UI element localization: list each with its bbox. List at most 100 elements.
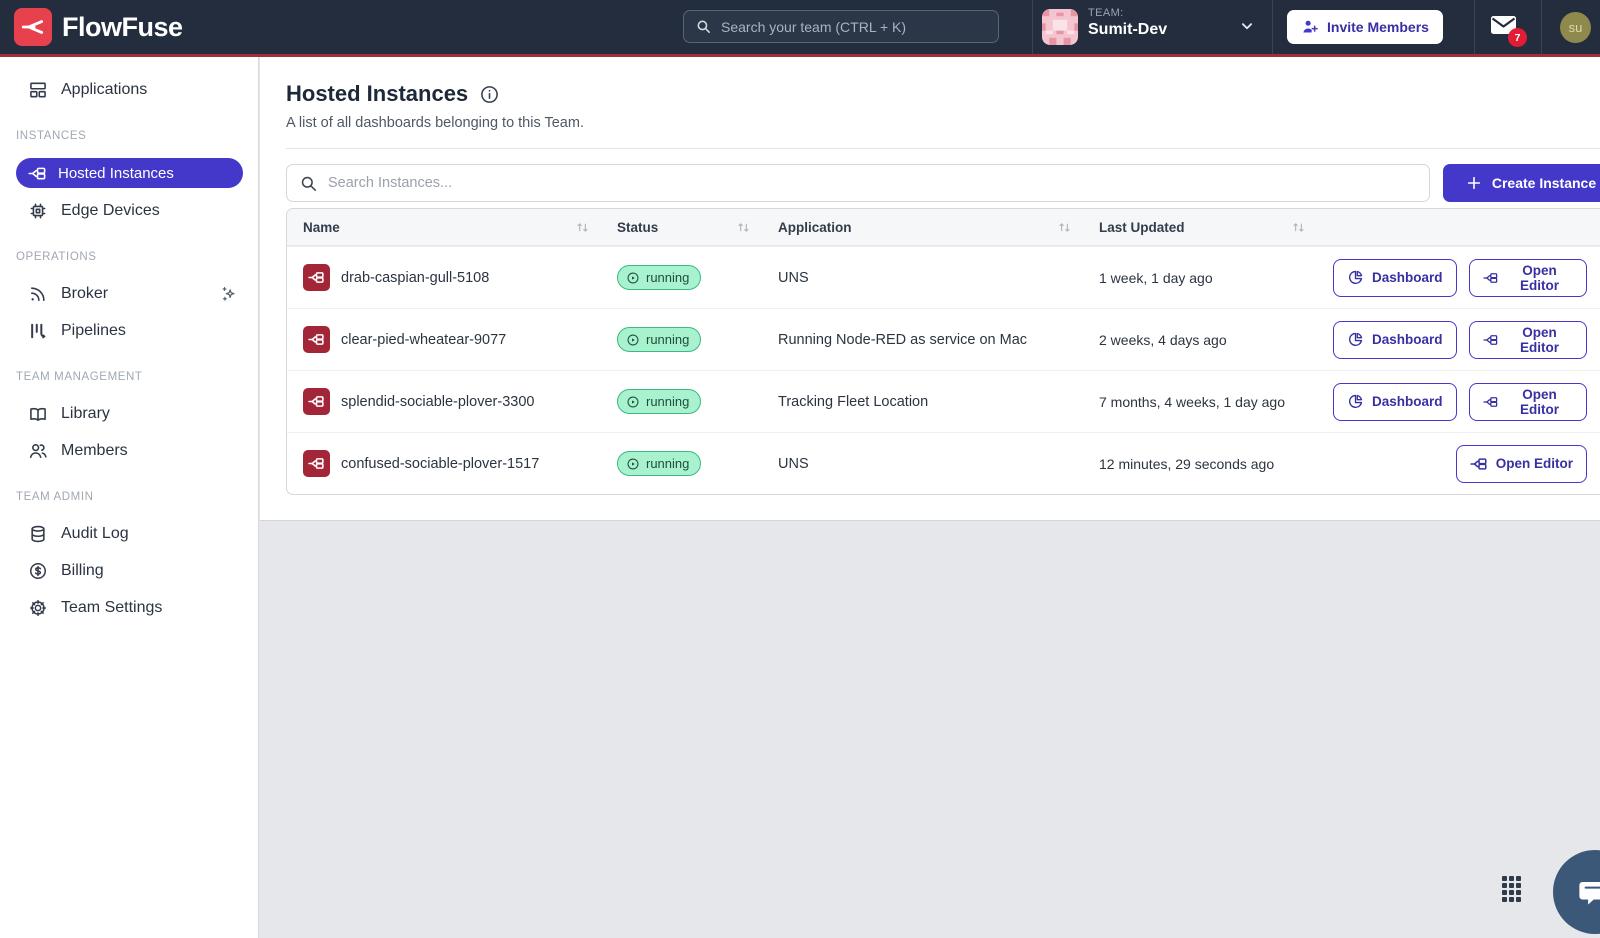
- applications-icon: [28, 80, 48, 100]
- notifications-button[interactable]: 7: [1490, 14, 1530, 48]
- chat-bubble-icon: [1575, 872, 1600, 912]
- create-instance-button[interactable]: Create Instance: [1443, 164, 1600, 202]
- sidebar-item-edge-devices[interactable]: Edge Devices: [0, 192, 258, 229]
- play-circle-icon: [626, 395, 640, 409]
- brand-name: FlowFuse: [62, 12, 183, 43]
- page-subtitle: A list of all dashboards belonging to th…: [286, 115, 1600, 131]
- application-name: UNS: [762, 456, 1083, 472]
- instance-name: splendid-sociable-plover-3300: [341, 394, 534, 410]
- sort-icon[interactable]: [576, 221, 589, 234]
- node-red-instance-icon: [303, 388, 330, 415]
- brand[interactable]: FlowFuse: [14, 8, 183, 46]
- last-updated: 12 minutes, 29 seconds ago: [1083, 456, 1317, 472]
- status-badge: running: [617, 451, 701, 476]
- node-red-instance-icon: [303, 450, 330, 477]
- flowfuse-logo-icon: [14, 8, 52, 46]
- instance-name: drab-caspian-gull-5108: [341, 270, 489, 286]
- info-icon[interactable]: [479, 84, 500, 105]
- chat-drag-handle[interactable]: [1502, 876, 1521, 902]
- open-editor-button[interactable]: Open Editor: [1456, 445, 1587, 483]
- open-editor-button[interactable]: Open Editor: [1469, 383, 1587, 421]
- team-label: TEAM:: [1088, 7, 1167, 19]
- sidebar-item-applications[interactable]: Applications: [0, 71, 258, 108]
- invite-members-button[interactable]: Invite Members: [1287, 10, 1443, 44]
- search-instances-input[interactable]: [328, 175, 1417, 191]
- nav-divider: [1474, 0, 1475, 54]
- table-row[interactable]: clear-pied-wheatear-9077 running Running…: [287, 308, 1600, 370]
- user-plus-icon: [1301, 18, 1319, 36]
- play-circle-icon: [626, 333, 640, 347]
- sort-icon[interactable]: [1058, 221, 1071, 234]
- sidebar-item-members[interactable]: Members: [0, 432, 258, 469]
- column-header-status[interactable]: Status: [601, 220, 762, 235]
- application-name: Tracking Fleet Location: [762, 394, 1083, 410]
- play-circle-icon: [626, 457, 640, 471]
- sidebar-item-team-settings[interactable]: Team Settings: [0, 589, 258, 626]
- application-name: UNS: [762, 270, 1083, 286]
- chat-widget-button[interactable]: [1553, 850, 1600, 934]
- search-instances[interactable]: [286, 164, 1430, 202]
- status-badge: running: [617, 327, 701, 352]
- main-content: Hosted Instances A list of all dashboard…: [260, 57, 1600, 521]
- currency-dollar-icon: [28, 561, 48, 581]
- application-name: Running Node-RED as service on Mac: [762, 332, 1083, 348]
- column-header-application[interactable]: Application: [762, 220, 1083, 235]
- status-badge: running: [617, 389, 701, 414]
- instance-name: clear-pied-wheatear-9077: [341, 332, 506, 348]
- instances-table: Name Status Application: [286, 208, 1600, 495]
- broker-icon: [28, 284, 48, 304]
- table-row[interactable]: drab-caspian-gull-5108 running UNS 1 wee…: [287, 246, 1600, 308]
- open-editor-button[interactable]: Open Editor: [1469, 259, 1587, 297]
- book-open-icon: [28, 404, 48, 424]
- sidebar-item-hosted-instances[interactable]: Hosted Instances: [16, 158, 243, 188]
- team-search-input[interactable]: [721, 19, 987, 35]
- column-header-name[interactable]: Name: [287, 220, 601, 235]
- team-avatar: [1042, 9, 1078, 45]
- dashboard-button[interactable]: Dashboard: [1333, 259, 1457, 297]
- page-title: Hosted Instances: [286, 81, 468, 107]
- node-editor-icon: [1470, 455, 1488, 473]
- last-updated: 2 weeks, 4 days ago: [1083, 332, 1317, 348]
- node-red-instance-icon: [303, 264, 330, 291]
- open-editor-button[interactable]: Open Editor: [1469, 321, 1587, 359]
- search-icon: [299, 174, 318, 193]
- column-header-last-updated[interactable]: Last Updated: [1083, 220, 1317, 235]
- sidebar-section-instances: INSTANCES: [0, 130, 258, 142]
- team-name: Sumit-Dev: [1088, 21, 1167, 39]
- team-search[interactable]: [683, 10, 999, 43]
- team-selector[interactable]: TEAM: Sumit-Dev: [1042, 0, 1257, 54]
- node-editor-icon: [1483, 393, 1499, 411]
- sidebar-section-team-management: TEAM MANAGEMENT: [0, 371, 258, 383]
- play-circle-icon: [626, 271, 640, 285]
- sort-icon[interactable]: [737, 221, 750, 234]
- page-header: Hosted Instances A list of all dashboard…: [286, 57, 1600, 149]
- table-row[interactable]: confused-sociable-plover-1517 running UN…: [287, 432, 1600, 494]
- user-avatar[interactable]: su: [1560, 12, 1591, 43]
- status-badge: running: [617, 265, 701, 290]
- pie-chart-icon: [1347, 331, 1364, 348]
- database-icon: [28, 524, 48, 544]
- table-row[interactable]: splendid-sociable-plover-3300 running Tr…: [287, 370, 1600, 432]
- top-navbar: FlowFuse: [0, 0, 1600, 57]
- sort-icon[interactable]: [1292, 221, 1305, 234]
- sidebar-item-library[interactable]: Library: [0, 395, 258, 432]
- nav-divider: [1272, 0, 1273, 54]
- node-red-instance-icon: [303, 326, 330, 353]
- sidebar: Applications INSTANCES Hosted Instances …: [0, 57, 259, 938]
- dashboard-button[interactable]: Dashboard: [1333, 321, 1457, 359]
- sidebar-item-broker[interactable]: Broker: [0, 275, 258, 312]
- sidebar-section-team-admin: TEAM ADMIN: [0, 491, 258, 503]
- sidebar-item-audit-log[interactable]: Audit Log: [0, 515, 258, 552]
- hosted-instance-icon: [28, 164, 47, 183]
- sidebar-section-operations: OPERATIONS: [0, 251, 258, 263]
- pie-chart-icon: [1347, 269, 1364, 286]
- sidebar-item-pipelines[interactable]: Pipelines: [0, 312, 258, 349]
- plus-icon: [1466, 175, 1482, 191]
- chevron-down-icon: [1238, 17, 1256, 35]
- sidebar-item-billing[interactable]: Billing: [0, 552, 258, 589]
- dashboard-button[interactable]: Dashboard: [1333, 383, 1457, 421]
- node-editor-icon: [1483, 331, 1499, 349]
- instance-name: confused-sociable-plover-1517: [341, 456, 539, 472]
- last-updated: 1 week, 1 day ago: [1083, 270, 1317, 286]
- chip-icon: [28, 201, 48, 221]
